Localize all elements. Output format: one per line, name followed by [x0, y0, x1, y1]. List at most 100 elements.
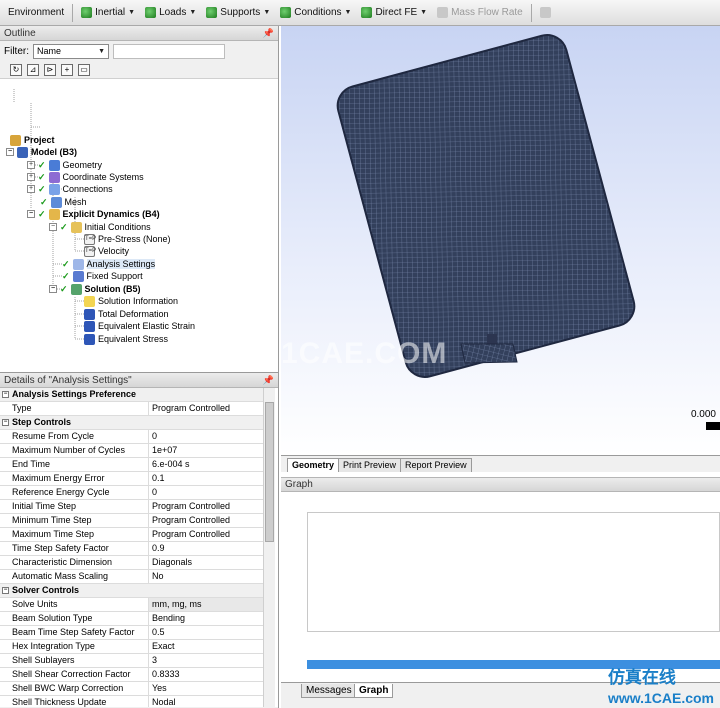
- details-group-label: Step Controls: [12, 417, 72, 427]
- details-row[interactable]: End Time 6.e-004 s: [0, 458, 263, 472]
- details-row[interactable]: Time Step Safety Factor 0.9: [0, 542, 263, 556]
- graphics-viewport[interactable]: 1CAE.COM 0.000: [281, 26, 720, 455]
- tree-item-equivalent-stress[interactable]: Equivalent Stress: [84, 333, 168, 345]
- details-value[interactable]: Diagonals: [149, 556, 263, 569]
- tab-messages[interactable]: Messages: [301, 684, 357, 698]
- details-value[interactable]: Program Controlled: [149, 402, 263, 415]
- conditions-button[interactable]: Conditions ▼: [276, 3, 355, 23]
- tree-branch-icon[interactable]: ⊳: [44, 63, 56, 76]
- tree-item-coordinate-systems[interactable]: + ✓ Coordinate Systems: [27, 171, 144, 183]
- details-row[interactable]: Characteristic Dimension Diagonals: [0, 556, 263, 570]
- tree-item-velocity[interactable]: T=P Velocity: [84, 245, 129, 257]
- toolbar-separator: [72, 3, 74, 22]
- details-row[interactable]: Resume From Cycle 0: [0, 430, 263, 444]
- mass-flow-rate-button[interactable]: Mass Flow Rate: [433, 3, 527, 23]
- tree-item-connections[interactable]: + ✓ Connections: [27, 183, 113, 195]
- details-row[interactable]: Beam Time Step Safety Factor 0.5: [0, 626, 263, 640]
- details-row[interactable]: Shell Sublayers 3: [0, 654, 263, 668]
- collapse-icon[interactable]: −: [27, 210, 35, 218]
- tree-item-project[interactable]: Project: [10, 134, 55, 146]
- details-value[interactable]: Program Controlled: [149, 514, 263, 527]
- graph-plot-area[interactable]: [307, 512, 720, 632]
- tree-item-initial-conditions[interactable]: − ✓ Initial Conditions: [49, 221, 151, 233]
- details-row[interactable]: Type Program Controlled: [0, 402, 263, 416]
- details-value[interactable]: No: [149, 570, 263, 583]
- expand-icon[interactable]: +: [27, 185, 35, 193]
- expand-icon[interactable]: +: [27, 161, 35, 169]
- tree-item-mesh[interactable]: ✓ Mesh: [40, 196, 87, 208]
- details-value[interactable]: 0.5: [149, 626, 263, 639]
- collapse-icon[interactable]: −: [2, 419, 9, 426]
- details-value[interactable]: 6.e-004 s: [149, 458, 263, 471]
- folder-icon[interactable]: ▭: [78, 63, 90, 76]
- collapse-icon[interactable]: −: [49, 223, 57, 231]
- details-value[interactable]: Program Controlled: [149, 500, 263, 513]
- collapse-icon[interactable]: −: [49, 285, 57, 293]
- details-value[interactable]: mm, mg, ms: [149, 598, 263, 611]
- tree-item-fixed-support[interactable]: ✓ Fixed Support: [62, 270, 143, 282]
- details-row[interactable]: Automatic Mass Scaling No: [0, 570, 263, 584]
- tree-item-explicit-dynamics[interactable]: − ✓ Explicit Dynamics (B4): [27, 208, 160, 220]
- expand-icon[interactable]: +: [27, 173, 35, 181]
- details-value[interactable]: 0: [149, 430, 263, 443]
- details-row[interactable]: Shell Thickness Update Nodal: [0, 696, 263, 707]
- tab-graph[interactable]: Graph: [354, 684, 394, 698]
- details-value[interactable]: 1e+07: [149, 444, 263, 457]
- details-key: Shell Sublayers: [0, 654, 149, 667]
- details-row[interactable]: Solve Units mm, mg, ms: [0, 598, 263, 612]
- pin-icon[interactable]: 📌: [263, 375, 274, 386]
- toolbar-extra-button[interactable]: [536, 3, 555, 23]
- details-row[interactable]: Reference Energy Cycle 0: [0, 486, 263, 500]
- supports-button[interactable]: Supports ▼: [202, 3, 274, 23]
- details-row[interactable]: Shell BWC Warp Correction Yes: [0, 682, 263, 696]
- tab-report-preview[interactable]: Report Preview: [400, 458, 472, 472]
- direct-fe-button[interactable]: Direct FE ▼: [357, 3, 431, 23]
- loads-button[interactable]: Loads ▼: [141, 3, 200, 23]
- details-row[interactable]: Maximum Energy Error 0.1: [0, 472, 263, 486]
- collapse-icon[interactable]: −: [2, 587, 9, 594]
- details-scrollbar[interactable]: [263, 388, 275, 707]
- pin-icon[interactable]: 📌: [263, 28, 274, 39]
- details-group-label: Analysis Settings Preference: [12, 389, 137, 399]
- details-group-header[interactable]: − Solver Controls: [0, 584, 263, 598]
- tree-item-equivalent-elastic-strain[interactable]: Equivalent Elastic Strain: [84, 320, 195, 332]
- refresh-icon[interactable]: ↻: [10, 63, 22, 76]
- details-value[interactable]: Yes: [149, 682, 263, 695]
- details-row[interactable]: Maximum Time Step Program Controlled: [0, 528, 263, 542]
- tree-item-total-deformation[interactable]: Total Deformation: [84, 308, 169, 320]
- filter-select[interactable]: Name ▼: [33, 43, 109, 59]
- tab-geometry[interactable]: Geometry: [287, 458, 340, 472]
- details-row[interactable]: Shell Shear Correction Factor 0.8333: [0, 668, 263, 682]
- details-value[interactable]: Exact: [149, 640, 263, 653]
- tree-item-model[interactable]: − Model (B3): [6, 146, 77, 158]
- details-value[interactable]: Bending: [149, 612, 263, 625]
- details-row[interactable]: Hex Integration Type Exact: [0, 640, 263, 654]
- details-group-header[interactable]: − Analysis Settings Preference: [0, 388, 263, 402]
- tree-item-solution[interactable]: − ✓ Solution (B5): [49, 283, 141, 295]
- tree-item-analysis-settings[interactable]: ✓ Analysis Settings: [62, 258, 156, 270]
- details-value[interactable]: 0.1: [149, 472, 263, 485]
- details-row[interactable]: Initial Time Step Program Controlled: [0, 500, 263, 514]
- tree-item-solution-information[interactable]: Solution Information: [84, 295, 178, 307]
- collapse-icon[interactable]: −: [2, 391, 9, 398]
- details-value[interactable]: 3: [149, 654, 263, 667]
- filter-icon[interactable]: ⊿: [27, 63, 39, 76]
- expand-all-icon[interactable]: +: [61, 63, 73, 76]
- details-value[interactable]: 0.9: [149, 542, 263, 555]
- details-row[interactable]: Maximum Number of Cycles 1e+07: [0, 444, 263, 458]
- tab-print-preview[interactable]: Print Preview: [338, 458, 402, 472]
- tree-item-pre-stress[interactable]: T=P Pre-Stress (None): [84, 233, 171, 245]
- inertial-button[interactable]: Inertial ▼: [77, 3, 139, 23]
- details-row[interactable]: Beam Solution Type Bending: [0, 612, 263, 626]
- details-value[interactable]: 0.8333: [149, 668, 263, 681]
- collapse-icon[interactable]: −: [6, 148, 14, 156]
- tree-item-geometry[interactable]: + ✓ Geometry: [27, 159, 102, 171]
- details-value[interactable]: 0: [149, 486, 263, 499]
- details-value[interactable]: Nodal: [149, 696, 263, 707]
- details-value[interactable]: Program Controlled: [149, 528, 263, 541]
- scrollbar-thumb[interactable]: [265, 402, 274, 542]
- tree-item-label: Equivalent Elastic Strain: [98, 321, 196, 331]
- details-row[interactable]: Minimum Time Step Program Controlled: [0, 514, 263, 528]
- details-group-header[interactable]: − Step Controls: [0, 416, 263, 430]
- filter-input[interactable]: [113, 43, 225, 59]
